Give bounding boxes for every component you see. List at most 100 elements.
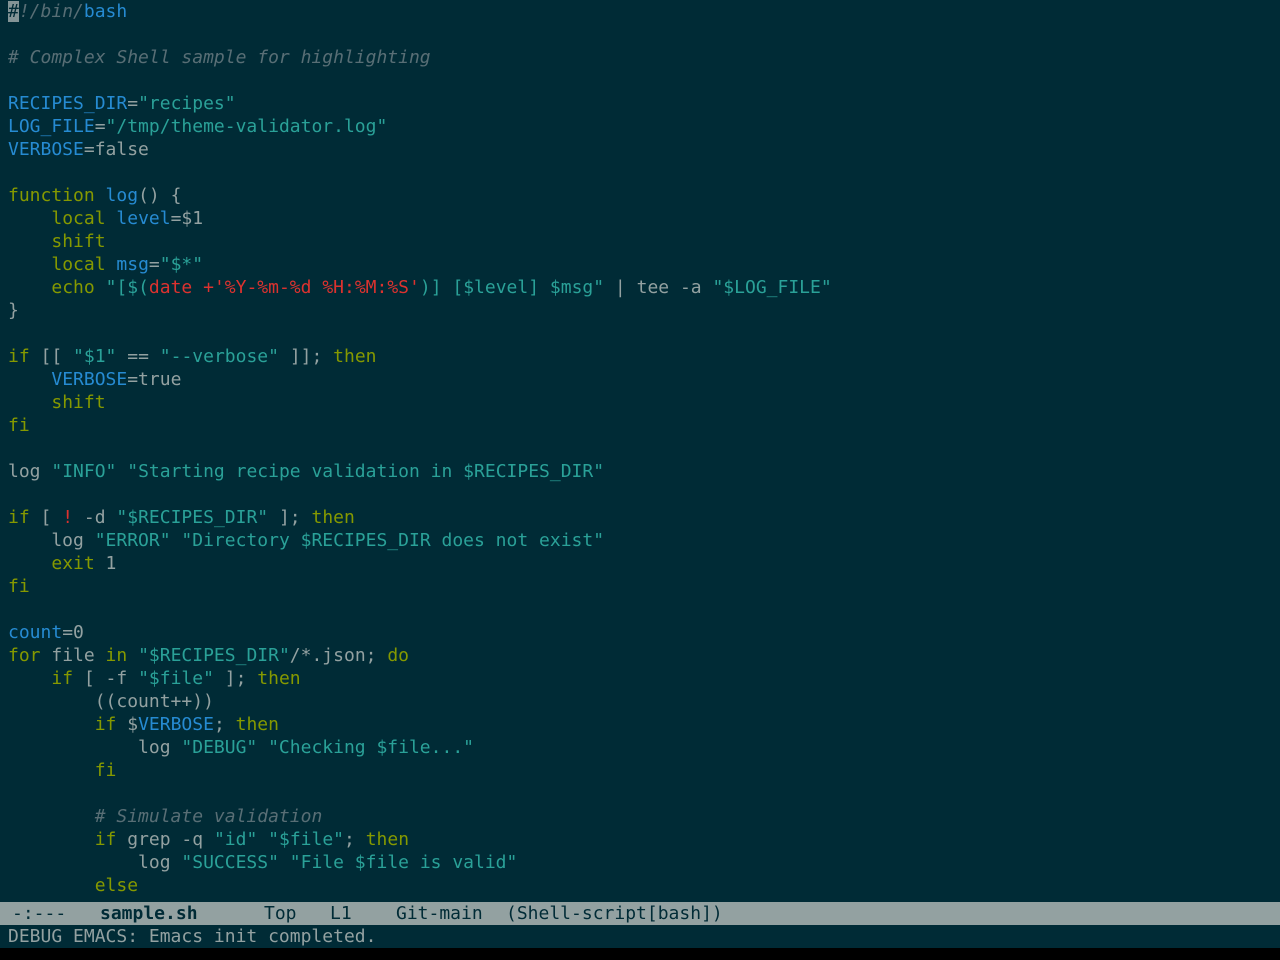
code-token-text: == <box>116 346 160 367</box>
code-token-var: msg <box>116 254 149 275</box>
code-line[interactable]: local level=$1 <box>8 207 203 230</box>
code-line[interactable]: log "INFO" "Starting recipe validation i… <box>8 460 604 483</box>
modeline-buffer-name[interactable]: sample.sh <box>100 902 198 925</box>
code-line[interactable]: #!/bin/bash <box>8 0 127 23</box>
code-token-string: "$file" <box>138 668 214 689</box>
code-token-text: ]; <box>213 668 258 689</box>
code-token-var: VERBOSE <box>138 714 214 735</box>
code-token-keyword: then <box>257 668 301 689</box>
code-line[interactable]: LOG_FILE="/tmp/theme-validator.log" <box>8 115 387 138</box>
code-line[interactable]: echo "[$(date +'%Y-%m-%d %H:%M:%S')] [$l… <box>8 276 831 299</box>
code-line[interactable]: } <box>8 299 19 322</box>
code-token-text: () { <box>138 185 182 206</box>
code-token-var: LOG_FILE <box>8 116 95 137</box>
code-token-keyword: do <box>387 645 410 666</box>
code-token-keyword: if <box>8 346 30 367</box>
modeline-status: -:--- <box>12 903 67 924</box>
code-line[interactable]: # Complex Shell sample for highlighting <box>8 46 431 69</box>
code-token-keyword: for <box>8 645 41 666</box>
code-token-text: | tee -a <box>604 277 713 298</box>
modeline-line: L1 <box>330 903 352 924</box>
code-token-keyword: if <box>94 829 117 850</box>
code-token-string: "SUCCESS" <box>181 852 279 873</box>
code-token-string: "$RECIPES_DIR" <box>138 645 290 666</box>
code-token-text: log <box>8 461 52 482</box>
code-line[interactable]: else <box>8 874 138 897</box>
minibuffer-message: DEBUG EMACS: Emacs init completed. <box>8 926 377 947</box>
code-line[interactable]: log "SUCCESS" "File $file is valid" <box>8 851 517 874</box>
code-token-text: file <box>40 645 106 666</box>
code-token-string: "recipes" <box>138 93 236 114</box>
code-token-text: = <box>127 93 139 114</box>
code-line[interactable]: if $VERBOSE; then <box>8 713 279 736</box>
code-token-interp: date +'%Y-%m-%d %H:%M:%S' <box>148 277 420 298</box>
code-token-var: RECIPES_DIR <box>8 93 128 114</box>
code-token-keyword: then <box>311 507 355 528</box>
code-token-text: [ <box>29 507 63 528</box>
code-line[interactable]: function log() { <box>8 184 181 207</box>
code-token-string: "[$( <box>105 277 149 298</box>
code-line[interactable]: fi <box>8 575 30 598</box>
code-token-string: "$file" <box>268 829 344 850</box>
code-token-text: -d <box>73 507 117 528</box>
code-token-text: log <box>8 852 182 873</box>
code-line[interactable]: shift <box>8 391 106 414</box>
editor-buffer[interactable]: #!/bin/bash # Complex Shell sample for hi… <box>0 0 1280 902</box>
code-token-text: log <box>8 737 182 758</box>
code-token-string: "Directory $RECIPES_DIR does not exist" <box>181 530 605 551</box>
code-line[interactable]: # Simulate validation <box>8 805 323 828</box>
code-token-text: /*.json; <box>289 645 388 666</box>
code-token-comment: # Complex Shell sample for highlighting <box>8 47 431 68</box>
code-token-text: } <box>8 300 19 321</box>
code-line[interactable]: for file in "$RECIPES_DIR"/*.json; do <box>8 644 409 667</box>
code-line[interactable]: fi <box>8 759 117 782</box>
code-token-keyword: else <box>94 875 139 896</box>
code-token-string: "/tmp/theme-validator.log" <box>105 116 388 137</box>
modeline-major-mode[interactable]: (Shell-script[bash]) <box>506 902 723 925</box>
code-line[interactable]: if [ -f "$file" ]; then <box>8 667 301 690</box>
code-line[interactable]: VERBOSE=false <box>8 138 149 161</box>
code-token-string: )] [$level] $msg" <box>419 277 605 298</box>
code-line[interactable]: VERBOSE=true <box>8 368 181 391</box>
code-token-text: $ <box>116 714 139 735</box>
code-line[interactable]: if [[ "$1" == "--verbose" ]]; then <box>8 345 377 368</box>
code-token-comment: # Simulate validation <box>94 806 323 827</box>
code-token-text: ]; <box>268 507 312 528</box>
code-token-keyword: if <box>8 507 30 528</box>
code-token-var: bash <box>83 1 128 22</box>
code-token-text: grep -q <box>116 829 214 850</box>
code-token-text: [ -f <box>73 668 139 689</box>
code-token-var: count <box>8 622 63 643</box>
code-token-var: level <box>116 208 171 229</box>
code-token-string: "INFO" <box>51 461 117 482</box>
code-line[interactable]: RECIPES_DIR="recipes" <box>8 92 236 115</box>
code-token-keyword: then <box>235 714 279 735</box>
code-line[interactable]: count=0 <box>8 621 84 644</box>
code-token-text: log <box>8 530 95 551</box>
code-line[interactable]: exit 1 <box>8 552 116 575</box>
code-token-text: =true <box>127 369 182 390</box>
code-line[interactable]: local msg="$*" <box>8 253 203 276</box>
code-line[interactable]: if [ ! -d "$RECIPES_DIR" ]; then <box>8 506 355 529</box>
code-token-text: =0 <box>62 622 84 643</box>
code-token-builtin: shift <box>51 392 106 413</box>
code-line[interactable]: ((count++)) <box>8 690 214 713</box>
code-line[interactable]: log "ERROR" "Directory $RECIPES_DIR does… <box>8 529 604 552</box>
modeline-vc[interactable]: Git-main <box>396 902 483 925</box>
code-token-interp: ! <box>62 507 74 528</box>
code-line[interactable]: shift <box>8 230 105 253</box>
code-line[interactable]: log "DEBUG" "Checking $file..." <box>8 736 474 759</box>
code-token-keyword: fi <box>94 760 117 781</box>
code-token-comment: !/bin/ <box>18 1 84 22</box>
code-token-keyword: then <box>365 829 410 850</box>
code-line[interactable]: fi <box>8 414 30 437</box>
code-line[interactable]: if grep -q "id" "$file"; then <box>8 828 409 851</box>
